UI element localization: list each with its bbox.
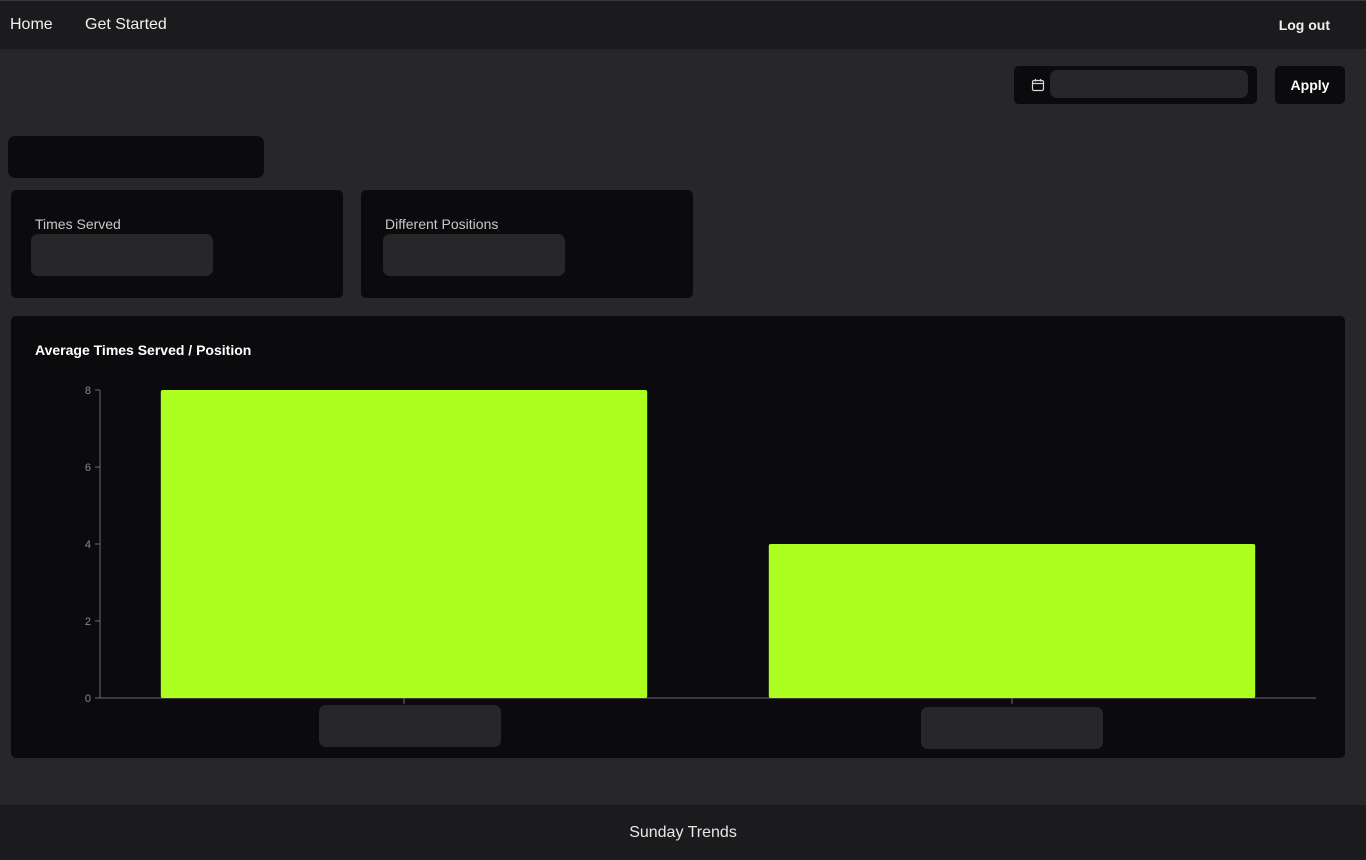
date-range-field[interactable] (1050, 70, 1248, 98)
logout-button[interactable]: Log out (1279, 17, 1330, 33)
bar-2 (768, 544, 1256, 698)
average-times-served-chart-card: Average Times Served / Position 02468 (11, 316, 1345, 758)
times-served-label: Times Served (35, 216, 121, 232)
nav-home-link[interactable]: Home (10, 16, 53, 34)
different-positions-label: Different Positions (385, 216, 499, 232)
x-tick-label-2 (921, 707, 1103, 749)
times-served-card: Times Served (11, 190, 343, 298)
nav-get-started-link[interactable]: Get Started (85, 16, 167, 34)
x-tick-label-1 (319, 705, 501, 747)
y-tick-label: 0 (85, 693, 91, 705)
bar-1 (160, 390, 648, 698)
footer-label: Sunday Trends (629, 823, 737, 841)
date-range-picker[interactable] (1014, 66, 1257, 104)
top-nav-bar: Home Get Started Log out (0, 0, 1366, 49)
different-positions-card: Different Positions (361, 190, 693, 298)
y-tick-label: 8 (85, 385, 91, 397)
apply-button[interactable]: Apply (1275, 66, 1345, 104)
y-tick-label: 4 (85, 539, 91, 551)
times-served-value (31, 234, 213, 276)
y-tick-label: 6 (85, 462, 91, 474)
calendar-icon (1031, 79, 1045, 92)
footer-bar: Sunday Trends (0, 805, 1366, 860)
y-tick-label: 2 (85, 616, 91, 628)
page-title (8, 136, 264, 178)
bar-chart: 0 2 4 6 8 (85, 385, 1316, 705)
different-positions-value (383, 234, 565, 276)
